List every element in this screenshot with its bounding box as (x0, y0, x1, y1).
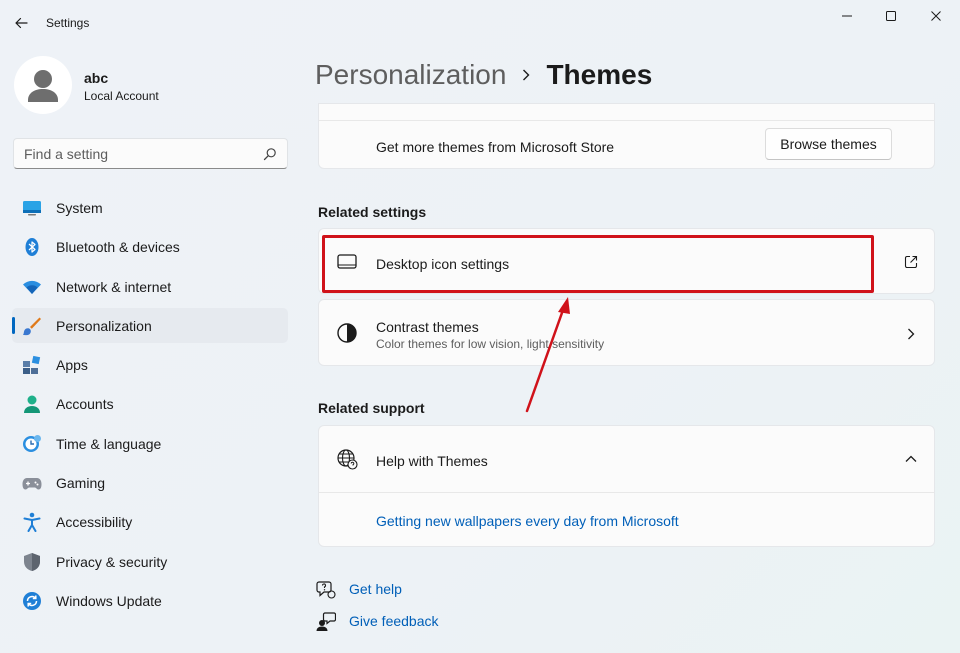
back-arrow-icon (15, 17, 28, 29)
profile-account-type: Local Account (84, 89, 159, 103)
app-title: Settings (46, 16, 90, 30)
row-subtitle: Color themes for low vision, light sensi… (376, 337, 605, 351)
chevron-up-icon[interactable] (904, 453, 918, 465)
shield-icon (24, 552, 40, 571)
row-title: Desktop icon settings (376, 256, 510, 272)
update-icon (23, 591, 41, 610)
related-support-heading: Related support (318, 400, 425, 416)
user-profile[interactable]: abc Local Account (14, 56, 284, 116)
get-help-link[interactable]: Get help (316, 578, 402, 600)
help-with-themes-card: Help with Themes Getting new wallpapers … (318, 425, 935, 547)
monitor-icon (337, 254, 357, 269)
maximize-icon (886, 11, 896, 21)
store-text: Get more themes from Microsoft Store (376, 139, 615, 155)
sidebar-item-label: System (56, 200, 103, 216)
globe-clock-icon (23, 434, 41, 452)
open-external-icon[interactable] (904, 255, 918, 269)
breadcrumb-parent[interactable]: Personalization (315, 59, 506, 91)
sidebar-item-windows-update[interactable]: Windows Update (12, 583, 288, 618)
system-icon (23, 201, 41, 216)
sidebar-item-bluetooth[interactable]: Bluetooth & devices (12, 229, 288, 264)
sidebar-item-label: Gaming (56, 475, 106, 492)
title-bar: Settings (0, 0, 960, 46)
chevron-right-icon (506, 65, 546, 85)
search-box[interactable] (13, 138, 288, 169)
sidebar-item-accessibility[interactable]: Accessibility (12, 504, 288, 539)
contrast-icon (337, 323, 357, 343)
bluetooth-icon (25, 238, 39, 257)
gamepad-icon (22, 478, 42, 490)
sidebar-item-label: Privacy & security (56, 553, 168, 570)
browse-themes-button[interactable]: Browse themes (765, 128, 892, 160)
divider (319, 492, 934, 493)
sidebar-item-label: Time & language (56, 435, 162, 452)
sidebar-item-label: Personalization (56, 317, 152, 334)
sidebar-item-network[interactable]: Network & internet (12, 269, 288, 304)
profile-name: abc (84, 70, 109, 86)
sidebar-item-time-language[interactable]: Time & language (12, 426, 288, 461)
sidebar-item-system[interactable]: System (12, 190, 288, 225)
page-title: Themes (546, 59, 653, 90)
give-feedback-link[interactable]: Give feedback (316, 610, 439, 632)
sidebar-item-label: Apps (56, 357, 88, 374)
give-feedback-label: Give feedback (349, 613, 439, 629)
related-settings-heading: Related settings (318, 204, 427, 220)
contrast-themes-row[interactable]: Contrast themes Color themes for low vis… (318, 299, 935, 366)
maximize-button[interactable] (868, 6, 914, 26)
user-avatar-icon (28, 70, 58, 102)
sidebar-item-label: Network & internet (56, 278, 172, 295)
divider (319, 120, 934, 121)
globe-help-icon (337, 449, 358, 470)
close-button[interactable] (913, 6, 959, 26)
help-title: Help with Themes (376, 453, 488, 469)
sidebar-item-label: Bluetooth & devices (56, 239, 180, 256)
get-help-label: Get help (349, 581, 402, 597)
minimize-button[interactable] (824, 6, 870, 26)
search-icon[interactable] (263, 147, 277, 161)
desktop-icon-settings-row[interactable]: Desktop icon settings (318, 228, 935, 294)
sidebar-nav: System Bluetooth & devices Network & int… (12, 190, 288, 622)
sidebar-item-gaming[interactable]: Gaming (12, 465, 288, 500)
sidebar-item-personalization[interactable]: Personalization (12, 307, 288, 343)
sidebar-item-apps[interactable]: Apps (12, 347, 288, 382)
help-with-themes-header[interactable]: Help with Themes (319, 426, 934, 492)
brush-icon (23, 317, 41, 336)
chevron-right-icon (908, 328, 915, 340)
apps-icon (23, 356, 41, 375)
avatar (14, 56, 72, 114)
minimize-icon (842, 15, 852, 17)
sidebar-item-label: Windows Update (56, 592, 162, 609)
help-icon (316, 581, 336, 599)
breadcrumb: Personalization Themes (315, 57, 652, 93)
row-title: Contrast themes (376, 319, 479, 335)
sidebar-item-label: Accounts (56, 396, 114, 413)
accessibility-icon (23, 513, 41, 533)
store-card: Get more themes from Microsoft Store Bro… (318, 103, 935, 169)
close-icon (931, 11, 941, 21)
accounts-icon (24, 395, 40, 414)
sidebar-item-privacy-security[interactable]: Privacy & security (12, 544, 288, 579)
wifi-icon (23, 280, 41, 294)
sidebar-item-accounts[interactable]: Accounts (12, 386, 288, 421)
feedback-icon (316, 612, 336, 631)
back-button[interactable] (10, 12, 32, 34)
search-input[interactable] (14, 139, 254, 168)
wallpapers-help-link[interactable]: Getting new wallpapers every day from Mi… (376, 513, 679, 529)
sidebar-item-label: Accessibility (56, 514, 133, 531)
